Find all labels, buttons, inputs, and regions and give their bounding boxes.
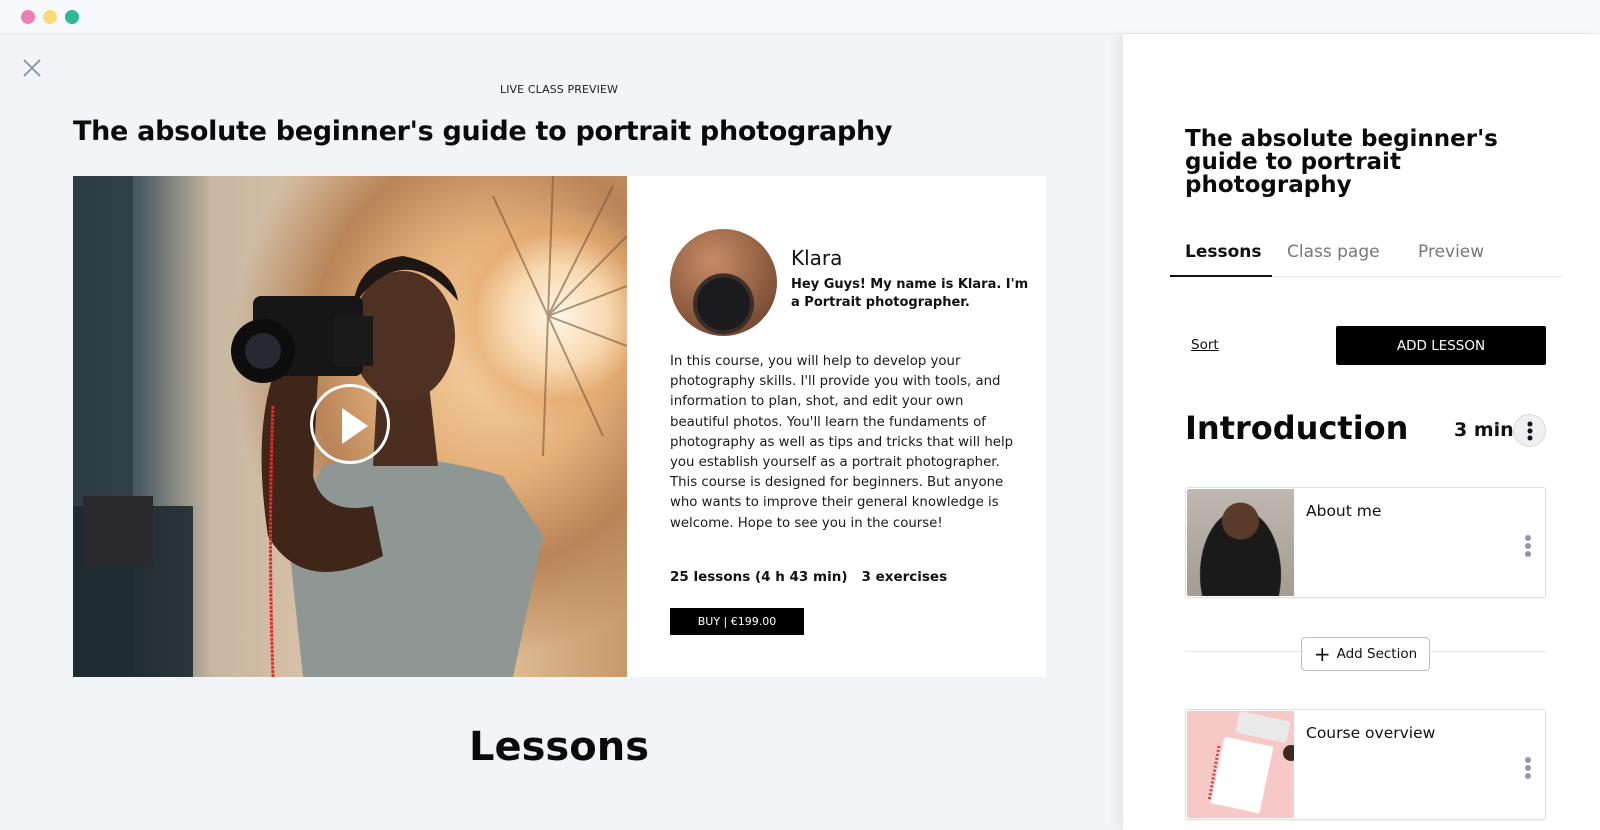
section-menu-button[interactable] [1513, 414, 1546, 447]
more-vertical-icon[interactable] [1525, 755, 1531, 781]
instructor-avatar [670, 229, 777, 336]
plus-icon: + [1313, 642, 1331, 666]
section-title: Introduction [1185, 409, 1409, 447]
sidebar-tabs: Lessons Class page Preview [1170, 234, 1562, 277]
lessons-count: 25 lessons (4 h 43 min) [670, 569, 848, 585]
window-minimize-button[interactable] [43, 10, 57, 24]
add-lesson-button[interactable]: ADD LESSON [1336, 326, 1546, 365]
window-maximize-button[interactable] [65, 10, 79, 24]
lessons-heading: Lessons [469, 724, 649, 770]
exercises-count: 3 exercises [861, 569, 948, 585]
close-icon[interactable] [20, 56, 44, 80]
class-preview-panel: LIVE CLASS PREVIEW The absolute beginner… [0, 34, 1123, 830]
tab-class-page[interactable]: Class page [1287, 242, 1380, 262]
section-duration: 3 min [1454, 419, 1514, 441]
lesson-card[interactable]: About me [1185, 487, 1546, 598]
course-editor-sidebar: The absolute beginner's guide to portrai… [1123, 34, 1600, 830]
course-video-thumbnail[interactable] [73, 176, 627, 677]
play-icon [342, 408, 368, 444]
lesson-title: Course overview [1306, 724, 1436, 742]
lesson-thumbnail [1187, 711, 1294, 818]
lesson-card[interactable]: Course overview [1185, 709, 1546, 820]
tab-preview[interactable]: Preview [1418, 242, 1484, 262]
course-title: The absolute beginner's guide to portrai… [73, 116, 893, 147]
active-tab-indicator [1170, 275, 1272, 277]
more-vertical-icon[interactable] [1525, 533, 1531, 559]
window-close-button[interactable] [21, 10, 35, 24]
sidebar-course-title: The absolute beginner's guide to portrai… [1185, 126, 1498, 198]
play-button[interactable] [310, 384, 390, 464]
window-titlebar [0, 0, 1600, 34]
course-hero-card: Klara Hey Guys! My name is Klara. I'm a … [73, 176, 1046, 677]
sort-link[interactable]: Sort [1191, 337, 1219, 353]
course-info: Klara Hey Guys! My name is Klara. I'm a … [670, 176, 1030, 677]
lesson-thumbnail [1187, 489, 1294, 596]
buy-button[interactable]: BUY | €199.00 [670, 608, 804, 635]
add-section-button[interactable]: + Add Section [1301, 637, 1430, 671]
tab-lessons[interactable]: Lessons [1185, 242, 1262, 262]
course-stats: 25 lessons (4 h 43 min) 3 exercises [670, 569, 947, 585]
instructor-name: Klara [791, 246, 843, 270]
add-section-label: Add Section [1336, 646, 1418, 662]
more-vertical-icon [1527, 419, 1532, 442]
preview-label: LIVE CLASS PREVIEW [499, 83, 618, 96]
course-description: In this course, you will help to develop… [670, 354, 1014, 531]
lesson-title: About me [1306, 502, 1382, 520]
instructor-bio: Hey Guys! My name is Klara. I'm a Portra… [791, 277, 1029, 310]
